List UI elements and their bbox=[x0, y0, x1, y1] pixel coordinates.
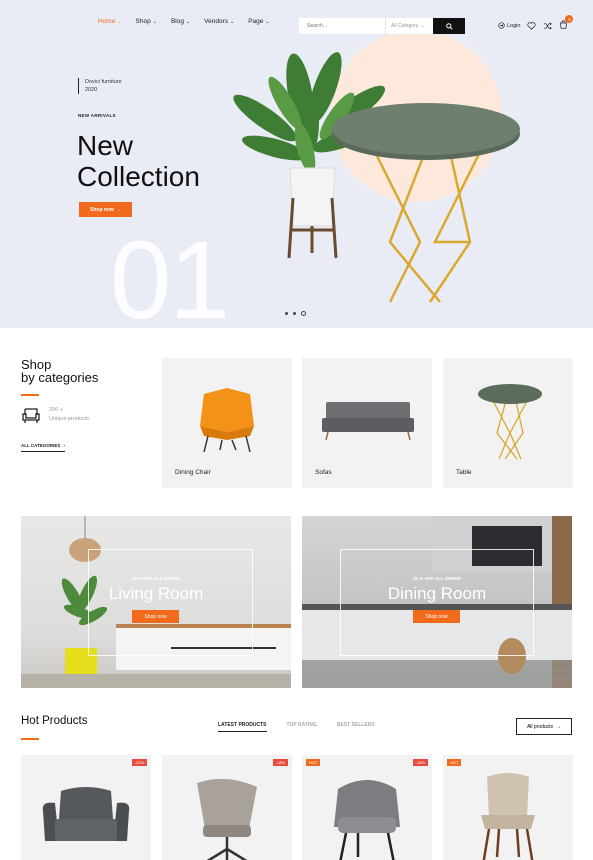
nav-label: Blog bbox=[170, 18, 184, 25]
cart-button[interactable]: 0 bbox=[559, 15, 574, 31]
product-card[interactable]: HOT bbox=[443, 755, 573, 860]
hero-subtitle-line: 2020 bbox=[85, 87, 98, 93]
stat-label: Unique products bbox=[49, 416, 90, 422]
categories-title-line: by categories bbox=[21, 370, 99, 385]
categories-title: Shop by categories bbox=[21, 358, 98, 384]
category-card-sofas[interactable]: Sofas bbox=[302, 358, 432, 488]
hero-tag: NEW ARRIVALS bbox=[78, 113, 116, 118]
shop-now-button[interactable]: Shop now → bbox=[79, 202, 132, 217]
chevron-down-icon: ⌄ bbox=[117, 18, 122, 25]
living-room-shop-button[interactable]: Shop now bbox=[132, 610, 179, 623]
header-actions: Login 0 bbox=[498, 15, 574, 31]
grey-armchair-image bbox=[42, 787, 130, 841]
tab-top-rating[interactable]: TOP RATING bbox=[287, 722, 317, 732]
armchair-icon bbox=[22, 408, 40, 423]
hot-products-title: Hot Products bbox=[21, 715, 88, 727]
chevron-down-icon: ⌄ bbox=[230, 18, 235, 25]
slider-dots bbox=[285, 311, 306, 316]
product-card[interactable]: HOT -18% bbox=[302, 755, 432, 860]
slider-dot-active[interactable] bbox=[301, 311, 306, 316]
login-icon bbox=[498, 22, 505, 29]
chevron-down-icon: ⌄ bbox=[421, 23, 426, 29]
nav-item-blog[interactable]: Blog ⌄ bbox=[171, 18, 190, 25]
category-label: Table bbox=[456, 469, 472, 476]
hot-badge: HOT bbox=[306, 759, 321, 766]
hero-title-line: New bbox=[77, 130, 134, 161]
button-label: All products bbox=[526, 723, 554, 730]
all-categories-link[interactable]: ALL CATEGORIES › bbox=[21, 443, 65, 452]
nav-item-page[interactable]: Page ⌄ bbox=[248, 18, 269, 25]
product-card[interactable]: -20% bbox=[21, 755, 151, 860]
discount-badge: -20% bbox=[131, 759, 147, 766]
unique-products-stat: 200 + Unique products bbox=[21, 406, 89, 424]
category-label: Dining Chair bbox=[175, 469, 211, 476]
tab-best-sellers[interactable]: BEST SELLERS bbox=[337, 722, 375, 732]
discount-badge: -18% bbox=[272, 759, 288, 766]
dining-room-banner[interactable]: 30 % OFF ALL ORDER Dining Room Shop now bbox=[302, 516, 572, 688]
office-chair-image bbox=[197, 778, 257, 860]
hot-badge: HOT bbox=[447, 759, 462, 766]
category-card-table[interactable]: Table bbox=[443, 358, 573, 488]
search-bar: All Category⌄ bbox=[299, 18, 465, 34]
orange-chair-image bbox=[200, 388, 254, 453]
hero-banner: Home⌄ Shop⌄ Blog⌄ Vendors⌄ Page⌄ All Cat… bbox=[0, 0, 593, 328]
category-label: Sofas bbox=[315, 469, 332, 476]
shuffle-icon[interactable] bbox=[543, 21, 553, 30]
arrow-right-icon: → bbox=[115, 206, 121, 213]
link-label: ALL CATEGORIES bbox=[21, 443, 61, 448]
dining-chair-image bbox=[481, 773, 535, 860]
nav-item-home[interactable]: Home ⌄ bbox=[98, 18, 122, 25]
category-select-label: All Category bbox=[391, 23, 419, 29]
nav-label: Page bbox=[248, 18, 264, 25]
nav-item-shop[interactable]: Shop ⌄ bbox=[136, 18, 157, 25]
login-label: Login bbox=[507, 22, 521, 29]
table-image bbox=[478, 384, 542, 460]
heart-icon[interactable] bbox=[527, 21, 537, 30]
category-select[interactable]: All Category ⌄ bbox=[385, 18, 433, 34]
discount-badge: -18% bbox=[412, 759, 428, 766]
arrow-right-icon: › bbox=[63, 443, 65, 448]
dining-room-shop-button[interactable]: Shop now bbox=[413, 610, 460, 623]
nav-label: Shop bbox=[135, 18, 151, 25]
sofa-image bbox=[322, 402, 414, 441]
nav-label: Vendors bbox=[204, 18, 229, 25]
hero-title-line: Collection bbox=[77, 161, 200, 192]
category-card-dining-chair[interactable]: Dining Chair bbox=[162, 358, 292, 488]
chevron-down-icon: ⌄ bbox=[265, 18, 270, 25]
room-offer: 30 % OFF ALL ORDER bbox=[132, 576, 180, 581]
hero-title: New Collection bbox=[77, 130, 200, 192]
cart-count-badge: 0 bbox=[565, 15, 574, 23]
room-name: Dining Room bbox=[387, 584, 487, 603]
marble-table-image bbox=[332, 103, 520, 303]
living-room-banner[interactable]: 30 % OFF ALL ORDER Living Room Shop now bbox=[21, 516, 291, 688]
hero-subtitle: Dovici furniture 2020 bbox=[78, 78, 122, 94]
slider-dot[interactable] bbox=[285, 312, 288, 315]
stat-count: 200 + bbox=[49, 407, 63, 413]
all-products-button[interactable]: All products → bbox=[516, 718, 572, 735]
arrow-right-icon: → bbox=[556, 723, 562, 730]
button-label: Shop now bbox=[90, 206, 114, 213]
title-accent-line bbox=[21, 738, 39, 740]
login-link[interactable]: Login bbox=[498, 22, 520, 29]
title-accent-line bbox=[21, 394, 39, 396]
product-card[interactable]: -18% bbox=[162, 755, 292, 860]
search-icon bbox=[445, 22, 453, 30]
hero-subtitle-line: Dovici furniture bbox=[85, 79, 122, 85]
nav-label: Home bbox=[98, 18, 116, 25]
search-button[interactable] bbox=[433, 18, 465, 34]
search-input[interactable] bbox=[299, 23, 385, 29]
chevron-down-icon: ⌄ bbox=[152, 18, 157, 25]
tub-chair-image bbox=[334, 780, 400, 860]
nav-item-vendors[interactable]: Vendors ⌄ bbox=[204, 18, 234, 25]
slider-dot[interactable] bbox=[293, 312, 296, 315]
tab-latest-products[interactable]: LATEST PRODUCTS bbox=[218, 722, 267, 732]
main-nav: Home ⌄ Shop ⌄ Blog ⌄ Vendors ⌄ Page ⌄ bbox=[98, 18, 270, 25]
product-tabs: LATEST PRODUCTS TOP RATING BEST SELLERS bbox=[218, 722, 375, 732]
room-offer: 30 % OFF ALL ORDER bbox=[413, 576, 461, 581]
chevron-down-icon: ⌄ bbox=[185, 18, 191, 25]
room-name: Living Room bbox=[108, 584, 204, 603]
